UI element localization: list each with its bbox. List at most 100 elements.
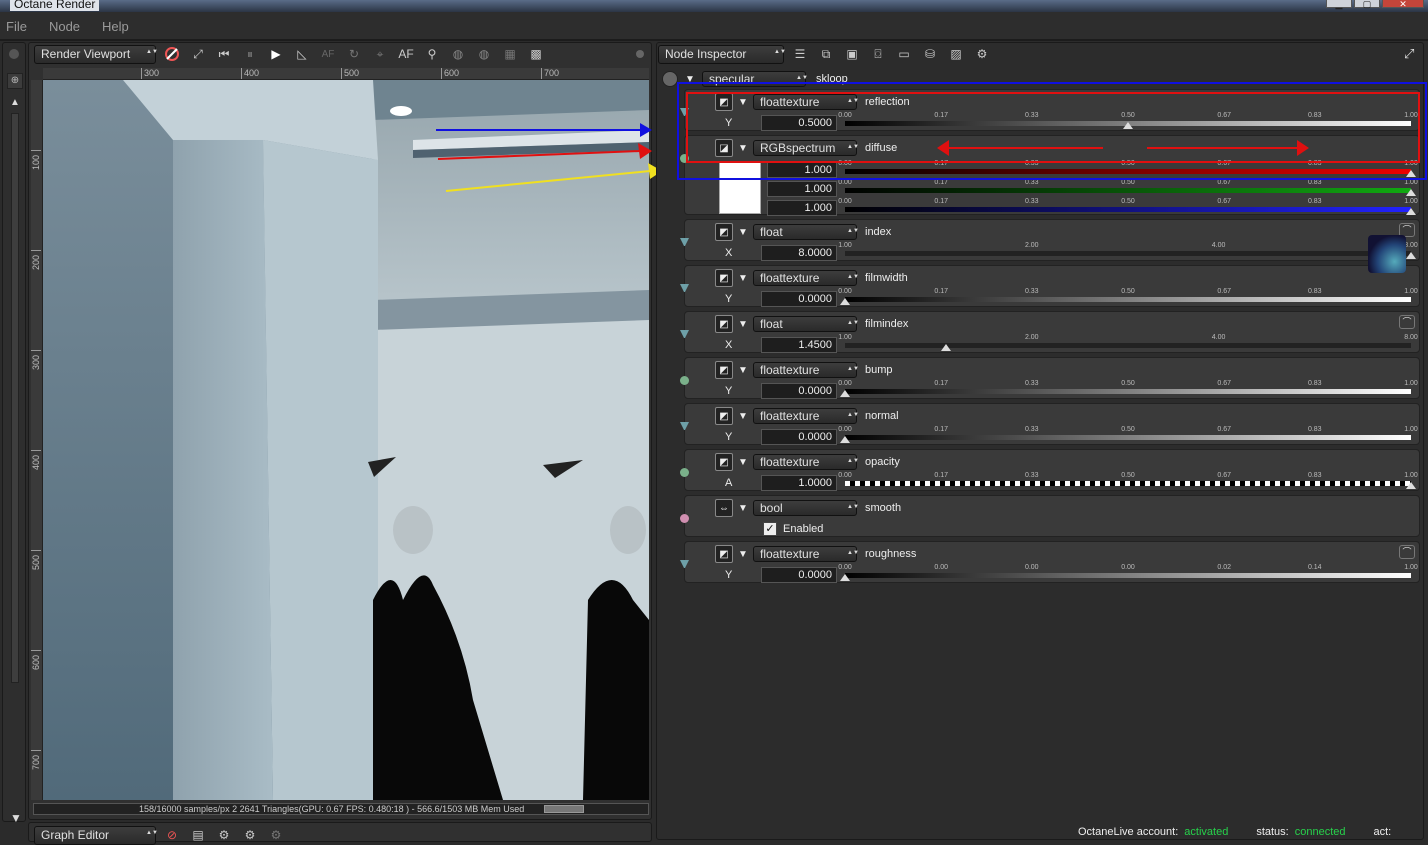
graph-link-icon[interactable]: ⚙	[214, 825, 234, 845]
slider-track[interactable]	[845, 297, 1411, 302]
input-pin-icon[interactable]	[680, 238, 689, 247]
value-field[interactable]: 1.0000	[761, 475, 837, 491]
node-thumbnail-icon[interactable]: ◩	[715, 269, 733, 287]
node-thumbnail-icon[interactable]: ⇔	[715, 499, 733, 517]
node-type-dropdown[interactable]: floattexture	[753, 94, 857, 110]
input-pin-icon[interactable]	[680, 514, 689, 523]
pick-icon[interactable]: ⌖	[370, 44, 390, 64]
slider-track[interactable]	[845, 435, 1411, 440]
slider-thumb[interactable]	[1406, 189, 1416, 196]
graph-editor-dropdown[interactable]: Graph Editor	[34, 825, 156, 845]
rgb-g-field[interactable]: 1.000	[767, 181, 837, 197]
earth-thumbnail-icon[interactable]	[1368, 235, 1406, 273]
scroll-down-icon[interactable]: ▼	[10, 811, 22, 825]
dof-icon[interactable]: ↻	[344, 44, 364, 64]
scroll-up-icon[interactable]: ▲	[10, 97, 20, 108]
rgb-b-field[interactable]: 1.000	[767, 200, 837, 216]
node-thumbnail-icon[interactable]: ◩	[715, 407, 733, 425]
slider-track[interactable]	[845, 343, 1411, 348]
render-image[interactable]	[43, 80, 649, 800]
value-slider[interactable]: 0.00 0.17 0.33 0.50 0.67 0.83 1.00	[838, 472, 1418, 490]
curve-icon[interactable]: ⌒	[1399, 315, 1415, 329]
expand-triangle-icon[interactable]: ▼	[737, 97, 749, 108]
node-thumbnail-icon[interactable]: ◩	[715, 361, 733, 379]
copy-icon[interactable]: ⧉	[816, 44, 836, 64]
value-field[interactable]: 0.0000	[761, 383, 837, 399]
node-type-dropdown[interactable]: bool	[753, 500, 857, 516]
slider-track[interactable]	[845, 188, 1411, 193]
image-icon[interactable]: ▣	[842, 44, 862, 64]
sphere-alt-icon[interactable]: ◍	[474, 44, 494, 64]
rgb-r-field[interactable]: 1.000	[767, 162, 837, 178]
color-swatch[interactable]	[719, 162, 761, 214]
viewport-corner-dot[interactable]	[636, 50, 644, 58]
af-disabled-icon[interactable]: AF	[318, 44, 338, 64]
node-type-dropdown[interactable]: floattexture	[753, 454, 857, 470]
input-pin-icon[interactable]	[680, 468, 689, 477]
value-slider[interactable]: 0.00 0.17 0.33 0.50 0.67 0.83 1.00	[838, 426, 1418, 444]
af-icon[interactable]: AF	[396, 44, 416, 64]
slider-thumb[interactable]	[840, 436, 850, 443]
expand-triangle-icon[interactable]: ▼	[737, 411, 749, 422]
value-slider[interactable]: 1.00 2.00 4.00 8.00	[838, 242, 1418, 260]
slider-thumb[interactable]	[941, 344, 952, 351]
slider-track[interactable]	[845, 389, 1411, 394]
expand-triangle-icon[interactable]: ▼	[737, 319, 749, 330]
value-field[interactable]: 0.5000	[761, 115, 837, 131]
curve-icon[interactable]: ⌒	[1399, 545, 1415, 559]
value-slider[interactable]: 1.00 2.00 4.00 8.00	[838, 334, 1418, 352]
slider-track[interactable]	[845, 207, 1411, 212]
value-field[interactable]: 8.0000	[761, 245, 837, 261]
input-pin-icon[interactable]	[680, 154, 689, 163]
expand-triangle-icon[interactable]: ▼	[737, 143, 749, 154]
value-field[interactable]: 0.0000	[761, 567, 837, 583]
value-slider[interactable]: 0.00 0.17 0.33 0.50 0.67 0.83 1.00	[838, 380, 1418, 398]
focus-icon[interactable]: ⚲	[422, 44, 442, 64]
close-button[interactable]: ✕	[1382, 0, 1424, 9]
slider-thumb[interactable]	[1406, 208, 1416, 215]
lock-icon[interactable]: ⊘	[162, 825, 182, 845]
expand-triangle-icon[interactable]: ▼	[737, 227, 749, 238]
checker-icon[interactable]: ▩	[526, 44, 546, 64]
material-type-dropdown[interactable]: specular	[702, 71, 806, 87]
viewport-dropdown[interactable]: Render Viewport	[34, 44, 156, 64]
slider-thumb[interactable]	[840, 390, 850, 397]
minimize-button[interactable]: ▁	[1326, 0, 1352, 9]
export-icon[interactable]: ⛁	[920, 44, 940, 64]
node-type-dropdown[interactable]: floattexture	[753, 270, 857, 286]
expand-triangle-icon[interactable]: ▼	[737, 549, 749, 560]
graph-tool-icon[interactable]: ⚙	[266, 825, 286, 845]
sliders-icon[interactable]: ▭	[894, 44, 914, 64]
value-slider[interactable]: 0.00 0.17 0.33 0.50 0.67 0.83 1.00	[838, 288, 1418, 306]
node-thumbnail-icon[interactable]: ◪	[715, 139, 733, 157]
picture-icon[interactable]: ▨	[946, 44, 966, 64]
slider-thumb[interactable]	[1123, 122, 1133, 129]
value-slider[interactable]: 0.00 0.00 0.00 0.00 0.02 0.14 1.00	[838, 564, 1418, 582]
value-slider[interactable]: 0.00 0.17 0.33 0.50 0.67 0.83 1.00	[838, 198, 1418, 216]
inspector-dropdown[interactable]: Node Inspector	[658, 44, 784, 64]
menu-node[interactable]: Node	[49, 19, 80, 34]
ruler-icon[interactable]: ◺	[292, 44, 312, 64]
value-slider[interactable]: 0.00 0.17 0.33 0.50 0.67 0.83 1.00	[838, 179, 1418, 197]
node-thumbnail-icon[interactable]: ◩	[715, 315, 733, 333]
input-pin-icon[interactable]	[680, 330, 689, 339]
slider-thumb[interactable]	[1406, 482, 1416, 489]
menu-help[interactable]: Help	[102, 19, 129, 34]
maximize-icon[interactable]: ⤢	[1404, 46, 1414, 62]
pause-icon[interactable]: ⏸	[240, 44, 260, 64]
list-icon[interactable]: ☰	[790, 44, 810, 64]
region-icon[interactable]: ▦	[500, 44, 520, 64]
camera-icon[interactable]: ⌼	[868, 44, 888, 64]
slider-thumb[interactable]	[840, 574, 850, 581]
slider-track[interactable]	[845, 169, 1411, 174]
node-thumbnail-icon[interactable]: ◩	[715, 545, 733, 563]
add-icon[interactable]: ⊕	[7, 73, 23, 89]
input-pin-icon[interactable]	[680, 108, 689, 117]
slider-track[interactable]	[845, 251, 1411, 256]
slider-thumb[interactable]	[1406, 252, 1416, 259]
node-type-dropdown[interactable]: RGBspectrum	[753, 140, 857, 156]
expand-triangle-icon[interactable]: ▼	[684, 74, 696, 85]
value-field[interactable]: 1.4500	[761, 337, 837, 353]
collapse-circle-icon[interactable]	[662, 71, 678, 87]
node-type-dropdown[interactable]: float	[753, 316, 857, 332]
